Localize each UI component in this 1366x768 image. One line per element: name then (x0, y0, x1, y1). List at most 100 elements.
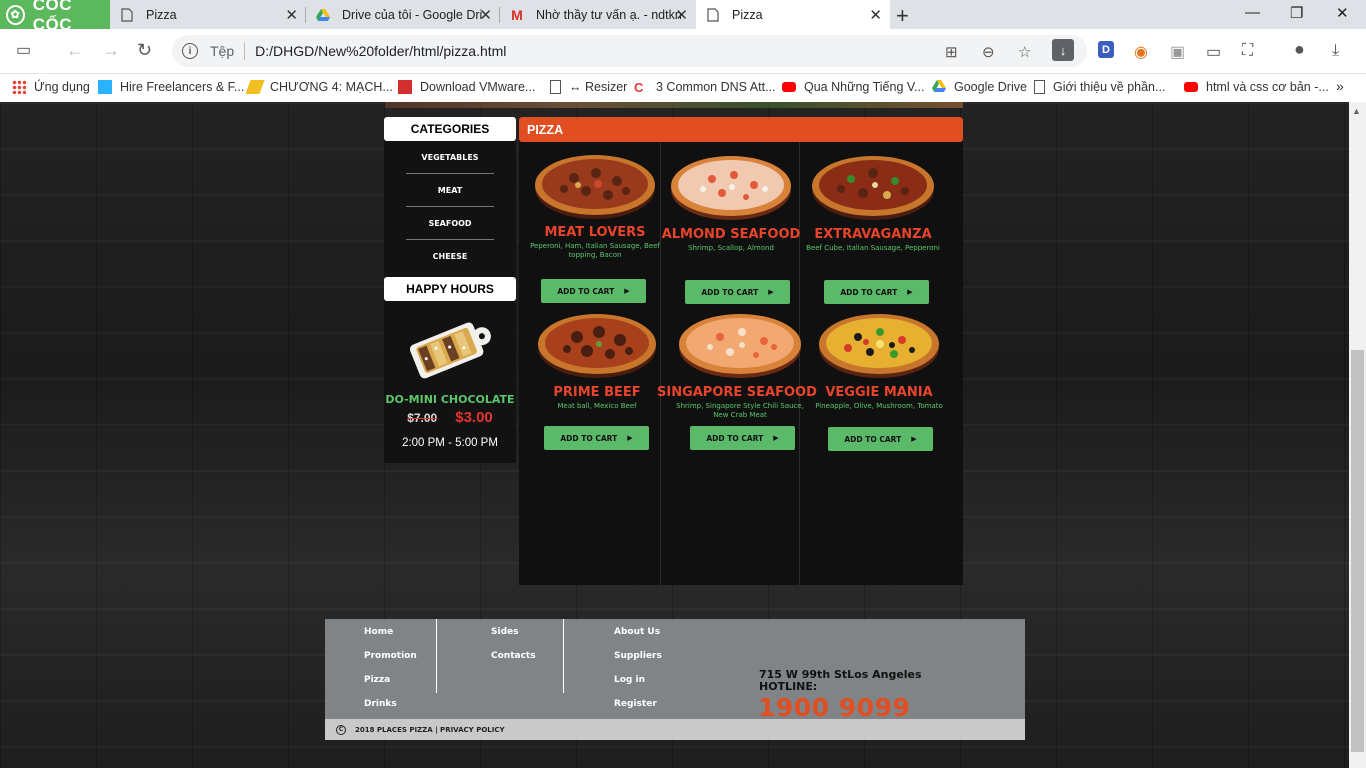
tab-close-icon[interactable]: ✕ (479, 6, 492, 24)
add-to-cart-button-veggie-mania[interactable]: ADD TO CART ▶ (828, 427, 933, 451)
bookmark-freelancer[interactable]: Hire Freelancers & F... (98, 80, 244, 94)
bookmark-gioi-thieu[interactable]: Giới thiệu về phần... (1034, 80, 1165, 94)
add-to-cart-button-meat-lovers[interactable]: ADD TO CART ▶ (541, 279, 646, 303)
pizza-name: VEGGIE MANIA (825, 385, 933, 400)
footer-link-login[interactable]: Log in (614, 675, 645, 685)
tab-title: Pizza (146, 7, 177, 22)
footer-link-pizza[interactable]: Pizza (364, 675, 390, 685)
sidebar-toggle-icon[interactable]: ▭ (16, 40, 31, 60)
browser-toolbar: ▭ ← → ↻ i Tệp D:/DHGD/New%20folder/html/… (0, 29, 1366, 74)
freelancer-icon (98, 80, 112, 94)
tab-close-icon[interactable]: ✕ (675, 6, 688, 24)
tab-close-icon[interactable]: ✕ (285, 6, 298, 24)
address-bar[interactable]: i Tệp D:/DHGD/New%20folder/html/pizza.ht… (172, 35, 1087, 67)
coccoc-brand-button[interactable]: ✿ CỐC CỐC (0, 0, 110, 34)
promo-dessert-image[interactable] (402, 313, 498, 383)
sidebar: CATEGORIES VEGETABLES MEAT SEAFOOD CHEES… (384, 117, 516, 463)
tab-gmail[interactable]: M Nhờ thầy tư vấn ạ. - ndtkn ✕ (500, 0, 696, 29)
info-icon[interactable]: i (182, 43, 198, 59)
add-to-cart-button-singapore-seafood[interactable]: ADD TO CART ▶ (690, 426, 795, 450)
bookmark-vmware[interactable]: Download VMware... (398, 80, 535, 94)
category-meat[interactable]: MEAT (384, 174, 516, 207)
download-page-icon[interactable]: ↓ (1052, 39, 1074, 61)
file-icon (1034, 80, 1045, 94)
pizza-image-singapore-seafood[interactable] (678, 309, 802, 379)
bookmark-chuong4[interactable]: CHƯƠNG 4: MẠCH... (245, 80, 393, 94)
extension-d-icon[interactable]: D (1098, 41, 1114, 58)
bookmark-apps[interactable]: Ứng dụng (12, 80, 90, 94)
copyright-icon: C (336, 724, 346, 735)
pizza-description: Meat ball, Mexico Beef (557, 402, 637, 410)
bookmark-label: Ứng dụng (34, 80, 90, 94)
add-to-cart-button-extravaganza[interactable]: ADD TO CART ▶ (824, 280, 929, 304)
gmail-icon: M (511, 6, 523, 23)
add-to-cart-label: ADD TO CART (844, 434, 902, 444)
tab-close-icon[interactable]: ✕ (869, 6, 882, 24)
facebook-extension-icon[interactable]: ▣ (1170, 42, 1185, 62)
play-arrow-icon: ▶ (768, 288, 774, 296)
bookmark-label: Hire Freelancers & F... (120, 80, 245, 94)
back-arrow-icon[interactable]: ← (66, 40, 84, 61)
new-tab-plus-icon[interactable]: + (896, 3, 909, 29)
category-cheese[interactable]: CHEESE (384, 240, 516, 273)
footer-link-sides[interactable]: Sides (491, 627, 518, 637)
youtube-icon (782, 82, 796, 92)
bookmark-google-drive[interactable]: Google Drive (932, 80, 1027, 94)
page-scrollbar[interactable]: ▲ (1349, 102, 1366, 768)
profile-icon[interactable]: ● (1294, 39, 1305, 60)
google-drive-icon (932, 80, 946, 94)
pizza-description: Shrimp, Singapore Style Chili Sauce, New… (676, 402, 804, 419)
bookmark-label: Giới thiệu về phần... (1053, 80, 1166, 94)
tab-google-drive[interactable]: Drive của tôi - Google Dri ✕ (306, 0, 500, 29)
footer-link-about-us[interactable]: About Us (614, 627, 660, 637)
add-to-cart-button-almond-seafood[interactable]: ADD TO CART ▶ (685, 280, 790, 304)
bookmark-youtube-1[interactable]: Qua Những Tiếng V... (782, 80, 924, 94)
pizza-card-prime-beef: PRIME BEEF Meat ball, Mexico Beef (527, 309, 667, 411)
bookmark-dns[interactable]: C 3 Common DNS Att... (634, 80, 775, 95)
footer-link-drinks[interactable]: Drinks (364, 699, 397, 709)
scroll-up-arrow-icon[interactable]: ▲ (1352, 106, 1361, 116)
tab-pizza-active[interactable]: Pizza ✕ (696, 0, 890, 29)
footer-link-register[interactable]: Register (614, 699, 657, 709)
downloads-icon[interactable]: ⤓ (1332, 42, 1339, 60)
more-bookmarks-chevron-icon[interactable]: » (1336, 78, 1344, 94)
pizza-section: PIZZA MEAT LOVERS Peperoni, Ham, Italian… (519, 117, 963, 585)
pizza-image-meat-lovers[interactable] (534, 151, 656, 219)
pizza-image-almond-seafood[interactable] (670, 151, 792, 221)
pizza-description: Shrimp, Scallop, Almond (688, 244, 774, 252)
screenshot-icon[interactable]: ⛶ (1242, 42, 1253, 60)
cast-icon[interactable]: ▭ (1206, 42, 1221, 62)
promo-time: 2:00 PM - 5:00 PM (402, 437, 498, 449)
address-url[interactable]: D:/DHGD/New%20folder/html/pizza.html (255, 43, 506, 59)
pizza-image-extravaganza[interactable] (811, 151, 935, 221)
reload-icon[interactable]: ↻ (137, 40, 152, 61)
tab-pizza-1[interactable]: Pizza ✕ (110, 0, 306, 29)
add-to-cart-label: ADD TO CART (557, 286, 615, 296)
minimize-icon[interactable]: — (1245, 4, 1260, 21)
promo-new-price: $3.00 (455, 409, 493, 426)
add-to-cart-button-prime-beef[interactable]: ADD TO CART ▶ (544, 426, 649, 450)
play-arrow-icon: ▶ (624, 287, 630, 295)
pizza-image-veggie-mania[interactable] (818, 309, 940, 379)
star-bookmark-icon[interactable]: ☆ (1018, 43, 1031, 61)
window-close-icon[interactable]: ✕ (1336, 4, 1349, 22)
pizza-image-prime-beef[interactable] (537, 309, 657, 379)
scrollbar-thumb[interactable] (1351, 350, 1364, 752)
bookmark-label: html và css cơ bản -... (1206, 80, 1329, 94)
forward-arrow-icon[interactable]: → (102, 40, 120, 61)
zoom-out-icon[interactable]: ⊖ (982, 43, 995, 61)
play-arrow-icon: ▶ (627, 434, 633, 442)
coccoc-extension-icon[interactable]: ◉ (1134, 42, 1148, 62)
bookmark-resizer[interactable]: ↔ Resizer (550, 80, 627, 94)
bookmark-label: Qua Những Tiếng V... (804, 80, 925, 94)
footer-link-promotion[interactable]: Promotion (364, 651, 417, 661)
footer-link-home[interactable]: Home (364, 627, 393, 637)
footer-divider (436, 619, 437, 693)
category-vegetables[interactable]: VEGETABLES (384, 141, 516, 174)
bookmark-youtube-2[interactable]: html và css cơ bản -... (1184, 80, 1329, 94)
footer-link-suppliers[interactable]: Suppliers (614, 651, 662, 661)
translate-icon[interactable]: ⊞ (945, 43, 958, 61)
category-seafood[interactable]: SEAFOOD (384, 207, 516, 240)
restore-icon[interactable]: ❐ (1290, 4, 1303, 22)
footer-link-contacts[interactable]: Contacts (491, 651, 536, 661)
